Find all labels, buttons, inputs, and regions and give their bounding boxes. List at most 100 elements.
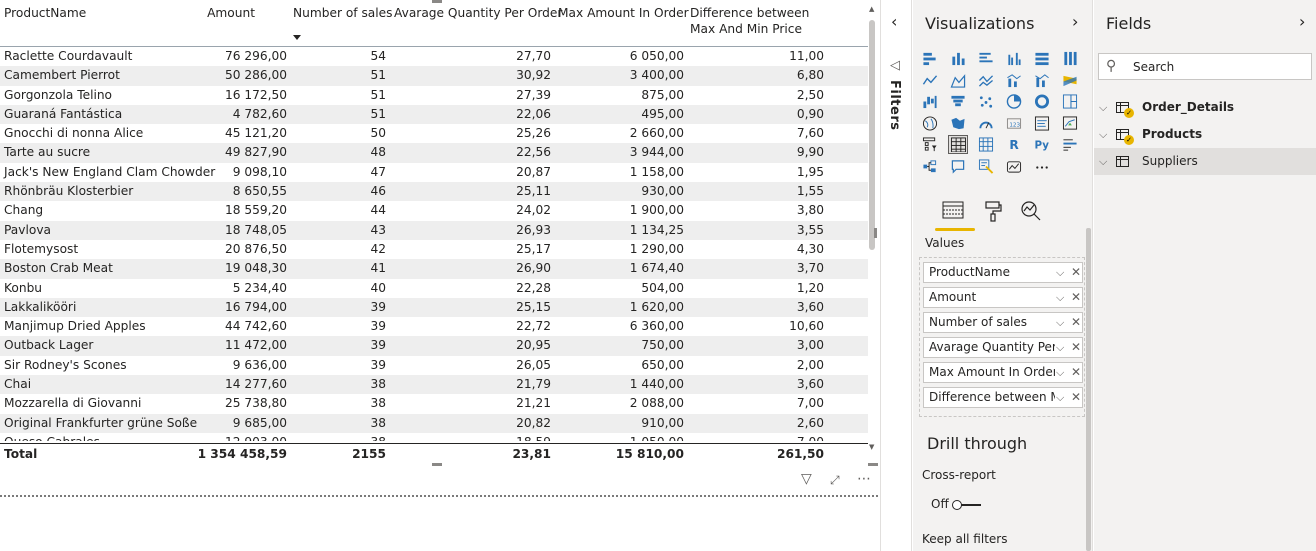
multi-row-card-icon[interactable] [1033,115,1051,132]
remove-field-icon[interactable]: ✕ [1071,363,1081,382]
table-row[interactable]: Mozzarella di Giovanni 25 738,80 38 21,21 2 … [0,394,868,413]
remove-field-icon[interactable]: ✕ [1071,263,1081,282]
table-visual[interactable]: ProductName Amount Number of sales Avara… [0,0,878,466]
table-row[interactable]: Original Frankfurter grüne Soße 9 685,00 3… [0,413,868,433]
funnel-chart-icon[interactable] [949,93,967,110]
value-well-item[interactable]: Max Amount In Order ⌵ ✕ [923,362,1083,383]
values-field-wells[interactable]: ProductName ⌵ ✕ Amount ⌵ ✕ Number of sales ⌵ ✕ Av… [919,257,1085,417]
table-row[interactable]: Boston Crab Meat 19 048,30 41 26,90 1 674,40… [0,259,868,279]
field-table-item[interactable]: ⌵ Suppliers [1094,148,1316,175]
card-icon[interactable]: 123 [1005,115,1023,132]
resize-handle-bottom[interactable] [432,463,442,466]
filled-map-icon[interactable] [949,115,967,132]
visualizations-scrollbar[interactable] [1086,228,1091,551]
scroll-up-icon[interactable]: ▲ [869,5,874,13]
qa-visual-icon[interactable] [949,158,967,175]
r-script-visual-icon[interactable]: R [1005,136,1023,153]
stacked-column-chart-icon[interactable] [949,50,967,67]
100-stacked-bar-chart-icon[interactable] [1033,50,1051,67]
chevron-right-icon[interactable]: › [1299,12,1305,31]
slicer-icon[interactable] [921,136,939,153]
scrollbar-thumb[interactable] [869,20,875,250]
remove-field-icon[interactable]: ✕ [1071,288,1081,307]
format-paint-roller-icon[interactable] [981,200,1005,224]
line-clustered-column-chart-icon[interactable] [1005,72,1023,89]
header-amount[interactable]: Amount [190,5,255,21]
table-row[interactable]: Sir Rodney's Scones 9 636,00 39 26,05 650,00… [0,356,868,375]
filters-pane-collapsed[interactable]: ‹ ◁ Filters [880,0,912,551]
header-number-of-sales[interactable]: Number of sales [293,5,393,21]
table-row[interactable]: Camembert Pierrot 50 286,00 51 30,92 3 400,0… [0,66,868,86]
toggle-switch-icon[interactable] [952,500,982,510]
table-row[interactable]: Guaraná Fantástica 4 782,60 51 22,06 495,00 0… [0,104,868,125]
waterfall-chart-icon[interactable] [921,93,939,110]
table-row[interactable]: Manjimup Dried Apples 44 742,60 39 22,72 6 3… [0,317,868,336]
treemap-icon[interactable] [1061,93,1079,110]
decomposition-tree-icon[interactable] [921,158,939,175]
chevron-down-icon[interactable]: ⌵ [1056,388,1064,407]
kpi-icon[interactable] [1061,115,1079,132]
table-row[interactable]: Flotemysost 20 876,50 42 25,17 1 290,00 4,30 [0,240,868,259]
table-row[interactable]: Gnocchi di nonna Alice 45 121,20 50 25,26 2 … [0,124,868,143]
smart-narrative-icon[interactable] [977,158,995,175]
remove-field-icon[interactable]: ✕ [1071,388,1081,407]
clustered-bar-chart-icon[interactable] [977,50,995,67]
table-row[interactable]: Rhönbräu Klosterbier 8 650,55 46 25,11 930,0… [0,182,868,202]
chevron-down-icon[interactable]: ⌵ [1056,288,1064,307]
gauge-icon[interactable] [977,115,995,132]
clustered-column-chart-icon[interactable] [1005,50,1023,67]
remove-field-icon[interactable]: ✕ [1071,313,1081,332]
table-icon[interactable] [948,135,968,155]
value-well-item[interactable]: ProductName ⌵ ✕ [923,262,1083,283]
pie-chart-icon[interactable] [1005,93,1023,110]
chevron-down-icon[interactable]: ⌵ [1056,263,1064,282]
header-max-amount[interactable]: Max Amount In Order [558,5,689,21]
chevron-down-icon[interactable]: ⌵ [1099,148,1107,175]
table-row[interactable]: Chang 18 559,20 44 24,02 1 900,00 3,80 [0,201,868,220]
chevron-left-icon[interactable]: ‹ [891,12,897,31]
ribbon-chart-icon[interactable] [1061,72,1079,89]
map-icon[interactable] [921,115,939,132]
header-product-name[interactable]: ProductName [4,5,204,21]
value-well-item[interactable]: Number of sales ⌵ ✕ [923,312,1083,333]
field-table-item[interactable]: ⌵ ✓ Order_Details [1094,94,1316,121]
table-row[interactable]: Gorgonzola Telino 16 172,50 51 27,39 875,00 2… [0,86,868,105]
more-visuals-icon[interactable] [1033,158,1051,175]
value-well-item[interactable]: Amount ⌵ ✕ [923,287,1083,308]
table-row[interactable]: Outback Lager 11 472,00 39 20,95 750,00 3,00 [0,336,868,356]
scatter-chart-icon[interactable] [977,93,995,110]
filter-icon[interactable]: ▽ [801,471,812,487]
chevron-right-icon[interactable]: › [1072,12,1078,31]
table-row[interactable]: Chai 14 277,60 38 21,79 1 440,00 3,60 [0,375,868,395]
line-chart-icon[interactable] [921,72,939,89]
resize-handle-top[interactable] [432,0,442,3]
matrix-icon[interactable] [977,136,995,153]
table-row[interactable]: Konbu 5 234,40 40 22,28 504,00 1,20 [0,279,868,298]
table-row[interactable]: Lakkalikööri 16 794,00 39 25,15 1 620,00 3,60 [0,297,868,318]
table-row[interactable]: Queso Cabrales12 903,0038 18,59 1 050,00 7,… [0,433,868,441]
focus-mode-icon[interactable]: ⤢ [830,473,840,488]
resize-handle-right[interactable] [874,228,877,238]
stacked-bar-chart-icon[interactable] [921,50,939,67]
chevron-down-icon[interactable]: ⌵ [1056,338,1064,357]
paginated-report-icon[interactable] [1005,158,1023,175]
field-table-item[interactable]: ⌵ ✓ Products [1094,121,1316,148]
table-row[interactable]: Jack's New England Clam Chowder 9 098,10 4… [0,163,868,182]
fields-tab-icon[interactable] [935,200,975,231]
resize-handle-corner[interactable] [868,463,878,466]
fields-search-box[interactable]: ⚲ [1098,53,1312,80]
line-stacked-column-chart-icon[interactable] [1033,72,1051,89]
donut-chart-icon[interactable] [1033,93,1051,110]
table-row[interactable]: Pavlova 18 748,05 43 26,93 1 134,25 3,55 [0,220,868,240]
value-well-item[interactable]: Difference between Max And Min Price⌵ ✕ [923,387,1083,408]
chevron-down-icon[interactable]: ⌵ [1056,363,1064,382]
table-row[interactable]: Tarte au sucre 49 827,90 48 22,56 3 944,00 9,… [0,143,868,163]
table-row[interactable]: Raclette Courdavault 76 296,00 54 27,70 6 05… [0,47,868,66]
chevron-down-icon[interactable]: ⌵ [1056,313,1064,332]
remove-field-icon[interactable]: ✕ [1071,338,1081,357]
key-influencers-icon[interactable] [1061,136,1079,153]
100-stacked-column-chart-icon[interactable] [1061,50,1079,67]
analytics-magnifier-icon[interactable] [1019,200,1043,224]
header-average-quantity[interactable]: Avarage Quantity Per Order [394,5,562,21]
area-chart-icon[interactable] [949,72,967,89]
